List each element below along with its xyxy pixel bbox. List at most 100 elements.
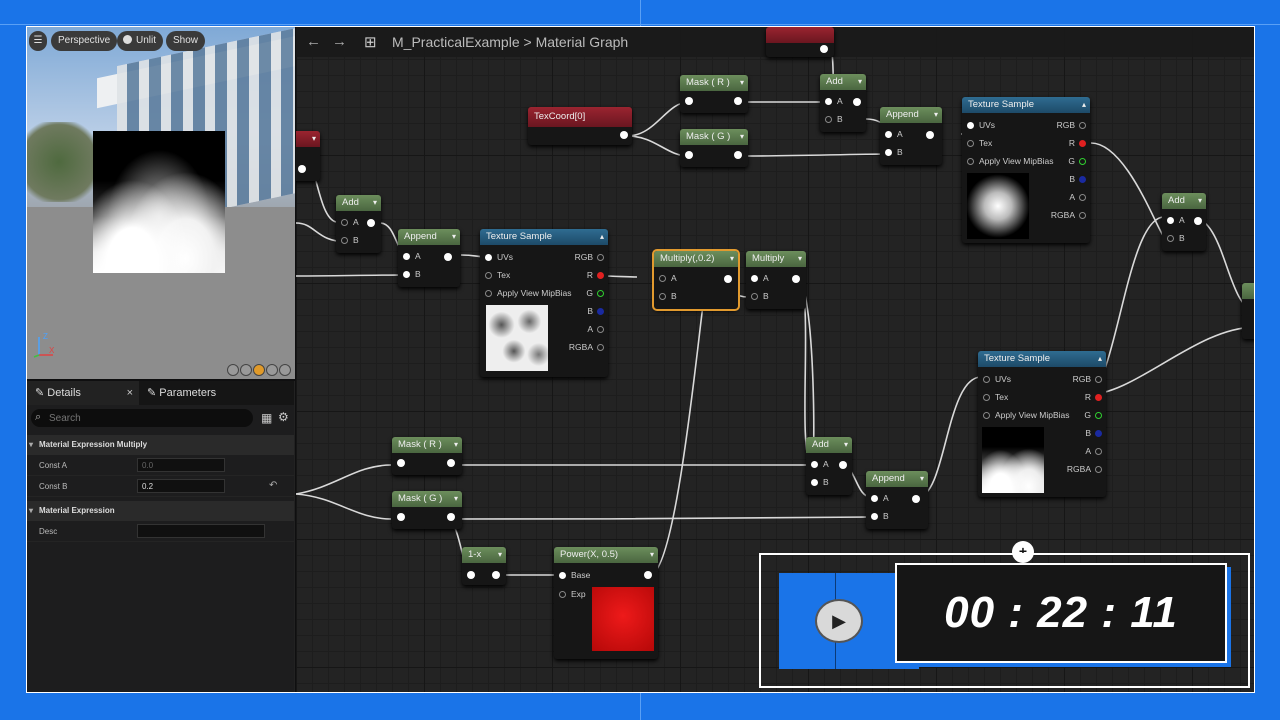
breadcrumb-asset[interactable]: M_PracticalExample bbox=[392, 34, 520, 50]
pin-b-channel[interactable]: B bbox=[1069, 174, 1086, 184]
node-append-top[interactable]: Append ▾ A B bbox=[880, 107, 942, 165]
pin-r[interactable]: R bbox=[587, 270, 604, 280]
output-pin[interactable] bbox=[926, 131, 934, 139]
pin-mipbias[interactable]: Apply View MipBias bbox=[485, 288, 572, 298]
output-pin[interactable] bbox=[298, 165, 306, 173]
pin-a[interactable]: A bbox=[811, 459, 829, 469]
unlit-button[interactable]: Unlit bbox=[117, 31, 164, 51]
sphere-shape-button[interactable] bbox=[240, 364, 252, 376]
node-append-bot[interactable]: Append ▾ A B bbox=[866, 471, 928, 529]
pin-rgb[interactable]: RGB bbox=[1073, 374, 1102, 384]
output-pin[interactable] bbox=[620, 131, 628, 139]
output-pin[interactable] bbox=[447, 459, 455, 467]
node-mask-g-bot[interactable]: Mask ( G ) ▾ bbox=[392, 491, 462, 529]
pin-a[interactable]: A bbox=[885, 129, 903, 139]
pin-uvs[interactable]: UVs bbox=[983, 374, 1011, 384]
category-multiply[interactable]: Material Expression Multiply bbox=[27, 435, 294, 455]
material-preview-viewport[interactable]: ☰ Perspective Unlit Show Z X bbox=[27, 27, 295, 379]
input-pin[interactable] bbox=[397, 459, 405, 467]
pin-a[interactable]: A bbox=[1167, 215, 1185, 225]
pin-tex[interactable]: Tex bbox=[967, 138, 992, 148]
output-pin[interactable] bbox=[444, 253, 452, 261]
output-pin[interactable] bbox=[853, 98, 861, 106]
breadcrumb-graph[interactable]: Material Graph bbox=[536, 34, 629, 50]
input-pin[interactable] bbox=[467, 571, 475, 579]
desc-field[interactable] bbox=[137, 524, 265, 538]
tab-details[interactable]: ✎ Details × bbox=[27, 381, 139, 405]
pin-a[interactable]: A bbox=[341, 217, 359, 227]
pin-b[interactable]: B bbox=[825, 114, 843, 124]
pin-a[interactable]: A bbox=[403, 251, 421, 261]
node-texture-sample-bot[interactable]: Texture Sample ▴ UVs Tex Apply View MipBi… bbox=[978, 351, 1106, 497]
node-one-minus[interactable]: 1-x ▾ bbox=[462, 547, 506, 585]
node-add-left[interactable]: Add ▾ A B bbox=[336, 195, 381, 253]
back-arrow-icon[interactable]: ← bbox=[306, 33, 321, 50]
play-button[interactable]: ▶ bbox=[815, 599, 863, 643]
node-multiply[interactable]: Multiply ▾ A B bbox=[746, 251, 806, 309]
pin-b[interactable]: B bbox=[885, 147, 903, 157]
node-mask-r-top[interactable]: Mask ( R ) ▾ bbox=[680, 75, 748, 113]
output-pin[interactable] bbox=[912, 495, 920, 503]
show-button[interactable]: Show bbox=[166, 31, 206, 51]
pin-rgba[interactable]: RGBA bbox=[1051, 210, 1086, 220]
pin-tex[interactable]: Tex bbox=[485, 270, 510, 280]
output-pin[interactable] bbox=[1194, 217, 1202, 225]
node-mask-r-bot[interactable]: Mask ( R ) ▾ bbox=[392, 437, 462, 475]
pin-alpha[interactable]: A bbox=[1085, 446, 1102, 456]
partial-node-left[interactable]: ▾ bbox=[296, 131, 320, 181]
pin-alpha[interactable]: A bbox=[587, 324, 604, 334]
pin-a[interactable]: A bbox=[659, 273, 677, 283]
pin-b[interactable]: B bbox=[403, 269, 421, 279]
pin-tex[interactable]: Tex bbox=[983, 392, 1008, 402]
pin-b-channel[interactable]: B bbox=[1085, 428, 1102, 438]
output-pin[interactable] bbox=[724, 275, 732, 283]
pin-a[interactable]: A bbox=[751, 273, 769, 283]
node-texture-sample-top[interactable]: Texture Sample ▴ UVs Tex Apply View MipBi… bbox=[962, 97, 1090, 243]
output-pin[interactable] bbox=[644, 571, 652, 579]
pin-b[interactable]: B bbox=[341, 235, 359, 245]
node-mask-g-top[interactable]: Mask ( G ) ▾ bbox=[680, 129, 748, 167]
output-pin[interactable] bbox=[447, 513, 455, 521]
pin-a[interactable]: A bbox=[825, 96, 843, 106]
cube-shape-button[interactable] bbox=[266, 364, 278, 376]
partial-node-right[interactable] bbox=[1242, 283, 1254, 339]
pin-g[interactable]: G bbox=[586, 288, 604, 298]
pin-base[interactable]: Base bbox=[559, 570, 590, 580]
tab-parameters[interactable]: ✎ Parameters bbox=[139, 381, 224, 405]
pin-b[interactable]: B bbox=[811, 477, 829, 487]
output-pin[interactable] bbox=[839, 461, 847, 469]
output-pin[interactable] bbox=[792, 275, 800, 283]
pin-b[interactable]: B bbox=[659, 291, 677, 301]
pin-b[interactable]: B bbox=[871, 511, 889, 521]
pin-r[interactable]: R bbox=[1069, 138, 1086, 148]
node-add-right[interactable]: Add ▾ A B bbox=[1162, 193, 1206, 251]
pin-mipbias[interactable]: Apply View MipBias bbox=[967, 156, 1054, 166]
node-power[interactable]: Power(X, 0.5) ▾ Base Exp bbox=[554, 547, 658, 659]
forward-arrow-icon[interactable]: → bbox=[332, 33, 347, 50]
pin-rgb[interactable]: RGB bbox=[575, 252, 604, 262]
category-material-expression[interactable]: Material Expression bbox=[27, 501, 294, 521]
pin-rgba[interactable]: RGBA bbox=[1067, 464, 1102, 474]
output-pin[interactable] bbox=[734, 151, 742, 159]
close-icon[interactable]: × bbox=[127, 381, 133, 405]
search-input[interactable] bbox=[31, 409, 253, 427]
output-pin[interactable] bbox=[367, 219, 375, 227]
pin-r[interactable]: R bbox=[1085, 392, 1102, 402]
input-pin[interactable] bbox=[397, 513, 405, 521]
pin-b[interactable]: B bbox=[1167, 233, 1185, 243]
plane-shape-button[interactable] bbox=[253, 364, 265, 376]
input-pin[interactable] bbox=[685, 151, 693, 159]
partial-node-top[interactable] bbox=[766, 27, 834, 57]
input-pin[interactable] bbox=[685, 97, 693, 105]
mesh-shape-button[interactable] bbox=[279, 364, 291, 376]
pin-exp[interactable]: Exp bbox=[559, 589, 586, 599]
output-pin[interactable] bbox=[734, 97, 742, 105]
pin-a[interactable]: A bbox=[871, 493, 889, 503]
pin-alpha[interactable]: A bbox=[1069, 192, 1086, 202]
pin-uvs[interactable]: UVs bbox=[485, 252, 513, 262]
viewport-menu-button[interactable]: ☰ bbox=[29, 31, 47, 51]
const-a-field[interactable]: 0.0 bbox=[137, 458, 225, 472]
pin-rgba[interactable]: RGBA bbox=[569, 342, 604, 352]
const-b-field[interactable]: 0.2 bbox=[137, 479, 225, 493]
node-multiply-02[interactable]: Multiply(,0.2) ▾ A B bbox=[652, 249, 740, 311]
